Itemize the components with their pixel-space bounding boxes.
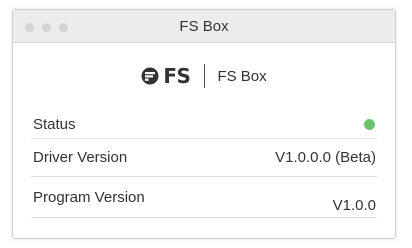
- driver-version-value: V1.0.0.0 (Beta): [275, 149, 376, 166]
- status-indicator: [364, 119, 375, 130]
- driver-version-row: Driver Version V1.0.0.0 (Beta): [31, 139, 377, 177]
- status-row: Status: [31, 112, 377, 139]
- window-title: FS Box: [179, 18, 229, 35]
- driver-version-label: Driver Version: [33, 149, 128, 166]
- app-name: FS Box: [217, 67, 267, 85]
- title-bar: FS Box: [13, 10, 395, 43]
- fs-logo-icon: [141, 67, 159, 85]
- about-window: FS Box FS FS Box Status Driver Version V…: [12, 9, 396, 239]
- brand-divider: [204, 64, 206, 88]
- brand-header: FS FS Box: [13, 63, 395, 89]
- program-version-value: V1.0.0: [332, 197, 376, 214]
- program-version-label: Program Version: [33, 189, 145, 206]
- status-label: Status: [33, 116, 76, 133]
- program-version-row: Program Version V1.0.0: [31, 177, 377, 218]
- fs-logo-text: FS: [163, 64, 191, 88]
